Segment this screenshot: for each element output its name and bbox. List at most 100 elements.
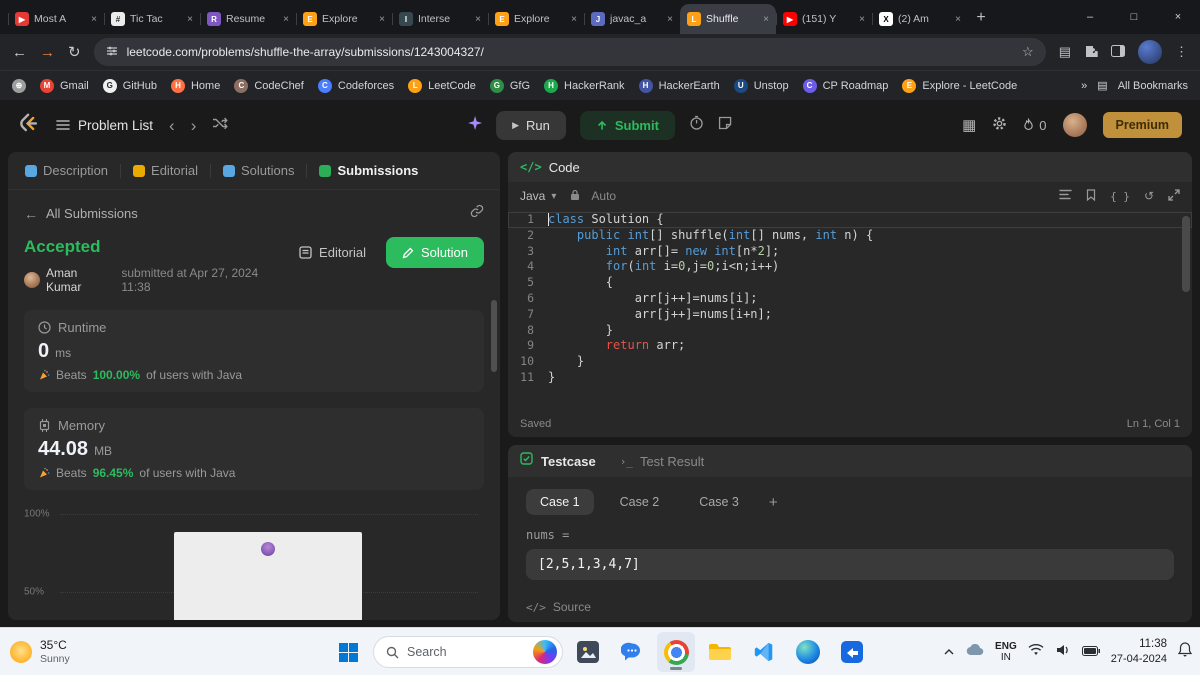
code-line[interactable]: 2 public int[] shuffle(int[] nums, int n… xyxy=(508,228,1192,244)
bookmark-item[interactable]: C CodeChef xyxy=(234,78,304,93)
profile-avatar[interactable] xyxy=(1138,40,1162,64)
panel-scrollbar[interactable] xyxy=(491,300,497,372)
bookmark-item[interactable]: H Home xyxy=(170,78,220,93)
braces-icon[interactable]: { } xyxy=(1110,190,1130,203)
editor-scrollbar[interactable] xyxy=(1182,216,1190,292)
browser-tab[interactable]: ▶ (151) Y × xyxy=(776,4,872,34)
code-line[interactable]: 3 int arr[]= new int[n*2]; xyxy=(508,244,1192,260)
forward-icon[interactable]: → xyxy=(40,44,55,61)
photos-app-icon[interactable] xyxy=(569,632,607,672)
leetcode-logo-icon[interactable] xyxy=(18,112,40,139)
browser-tab[interactable]: E Explore × xyxy=(488,4,584,34)
code-line[interactable]: 10 } xyxy=(508,354,1192,370)
tab-search-icon[interactable]: ▤ xyxy=(1059,44,1071,60)
tab-close-icon[interactable]: × xyxy=(571,14,577,25)
tab-close-icon[interactable]: × xyxy=(667,14,673,25)
case-tab[interactable]: Case 3 xyxy=(685,489,753,515)
close-button[interactable]: × xyxy=(1156,0,1200,34)
param-value-input[interactable]: [2,5,1,3,4,7] xyxy=(526,549,1174,580)
code-line[interactable]: 1 class Solution { xyxy=(508,212,1192,228)
browser-tab[interactable]: # Tic Tac × xyxy=(104,4,200,34)
bookmark-item[interactable]: C Codeforces xyxy=(317,78,394,93)
minimize-button[interactable]: – xyxy=(1068,0,1112,34)
test-result-tab[interactable]: ›_ Test Result xyxy=(620,454,705,469)
clock-widget[interactable]: 11:38 27-04-2024 xyxy=(1111,637,1167,666)
premium-button[interactable]: Premium xyxy=(1102,112,1182,138)
shuffle-icon[interactable] xyxy=(212,116,229,135)
browser-tab[interactable]: Jjavac_a × xyxy=(584,4,680,34)
bookmark-item[interactable]: H HackerEarth xyxy=(638,78,720,93)
extensions-puzzle-icon[interactable] xyxy=(1084,44,1098,61)
detail-tab-description[interactable]: Description xyxy=(22,163,111,178)
submit-button[interactable]: Submit xyxy=(579,110,675,140)
bookmark-item[interactable]: C CP Roadmap xyxy=(802,78,888,93)
browser-menu-icon[interactable]: ⋮ xyxy=(1175,44,1188,60)
taskbar-search[interactable]: Search xyxy=(373,636,563,668)
site-settings-icon[interactable] xyxy=(106,45,118,60)
next-problem-icon[interactable]: › xyxy=(191,117,197,134)
add-case-button[interactable]: + xyxy=(765,494,782,511)
browser-tab[interactable]: I Interse × xyxy=(392,4,488,34)
bookmark-item[interactable]: L LeetCode xyxy=(408,78,476,93)
undo-icon[interactable]: ↺ xyxy=(1144,189,1154,203)
tab-close-icon[interactable]: × xyxy=(475,14,481,25)
expand-icon[interactable] xyxy=(1168,188,1180,204)
chrome-app-icon[interactable] xyxy=(657,632,695,672)
bookmark-icon[interactable] xyxy=(1086,188,1096,204)
weather-widget[interactable]: 35°C Sunny xyxy=(10,628,70,675)
code-line[interactable]: 5 { xyxy=(508,275,1192,291)
settings-gear-icon[interactable] xyxy=(992,116,1007,134)
browser-tab[interactable]: X (2) Am × xyxy=(872,4,968,34)
back-icon[interactable]: ← xyxy=(12,44,27,61)
code-line[interactable]: 6 arr[j++]=nums[i]; xyxy=(508,291,1192,307)
all-submissions-back[interactable]: ← All Submissions xyxy=(24,206,138,222)
bookmark-item[interactable]: G GfG xyxy=(489,78,530,93)
notes-icon[interactable] xyxy=(718,116,732,135)
bookmark-item[interactable]: U Unstop xyxy=(733,78,789,93)
code-line[interactable]: 8 } xyxy=(508,323,1192,339)
code-panel-title[interactable]: Code xyxy=(549,160,580,175)
onedrive-cloud-icon[interactable] xyxy=(966,643,984,661)
address-bar[interactable]: leetcode.com/problems/shuffle-the-array/… xyxy=(93,38,1046,66)
cursor-position[interactable]: Ln 1, Col 1 xyxy=(1127,418,1180,430)
volume-icon[interactable] xyxy=(1055,643,1071,661)
search-highlights-icon[interactable] xyxy=(533,640,557,664)
apps-grid-icon[interactable]: ▦ xyxy=(962,118,976,133)
tray-expand-icon[interactable] xyxy=(943,643,955,661)
bookmark-item[interactable]: M Gmail xyxy=(40,78,89,93)
timer-icon[interactable] xyxy=(689,115,704,135)
solution-button[interactable]: Solution xyxy=(386,237,484,268)
reload-icon[interactable]: ↻ xyxy=(68,43,81,61)
wifi-icon[interactable] xyxy=(1028,643,1044,661)
battery-icon[interactable] xyxy=(1081,643,1100,661)
language-selector[interactable]: Java xyxy=(520,189,545,203)
code-line[interactable]: 7 arr[j++]=nums[i+n]; xyxy=(508,307,1192,323)
new-tab-button[interactable]: + xyxy=(968,5,994,31)
maximize-button[interactable]: □ xyxy=(1112,0,1156,34)
bookmarks-overflow-chevron[interactable]: » xyxy=(1081,80,1087,92)
source-link[interactable]: </> Source xyxy=(526,600,591,614)
detail-tab-editorial[interactable]: Editorial xyxy=(130,163,201,178)
bookmark-star-icon[interactable]: ☆ xyxy=(1022,44,1034,60)
user-avatar[interactable] xyxy=(1062,113,1087,137)
runtime-card[interactable]: Runtime 0 ms Beats 100.00% of users with… xyxy=(24,310,484,392)
browser-tab[interactable]: R Resume × xyxy=(200,4,296,34)
code-line[interactable]: 4 for(int i=0,j=0;i<n;i++) xyxy=(508,259,1192,275)
tab-close-icon[interactable]: × xyxy=(859,14,865,25)
auto-save-label[interactable]: Auto xyxy=(591,189,616,203)
edge-app-icon[interactable] xyxy=(789,632,827,672)
tab-close-icon[interactable]: × xyxy=(955,14,961,25)
side-panel-icon[interactable] xyxy=(1111,44,1125,60)
run-button[interactable]: ▶ Run xyxy=(496,110,566,140)
share-link-icon[interactable] xyxy=(470,204,484,223)
prev-problem-icon[interactable]: ‹ xyxy=(169,117,175,134)
browser-tab[interactable]: ▶ Most A × xyxy=(8,4,104,34)
url-text[interactable]: leetcode.com/problems/shuffle-the-array/… xyxy=(127,45,1013,59)
tab-close-icon[interactable]: × xyxy=(379,14,385,25)
phone-link-app-icon[interactable] xyxy=(833,632,871,672)
editorial-button[interactable]: Editorial xyxy=(289,237,376,268)
bookmark-item[interactable]: ⊕ xyxy=(12,78,26,93)
detail-tab-solutions[interactable]: Solutions xyxy=(220,163,297,178)
streak-counter[interactable]: 0 xyxy=(1023,118,1047,133)
bookmark-item[interactable]: H HackerRank xyxy=(544,78,625,93)
